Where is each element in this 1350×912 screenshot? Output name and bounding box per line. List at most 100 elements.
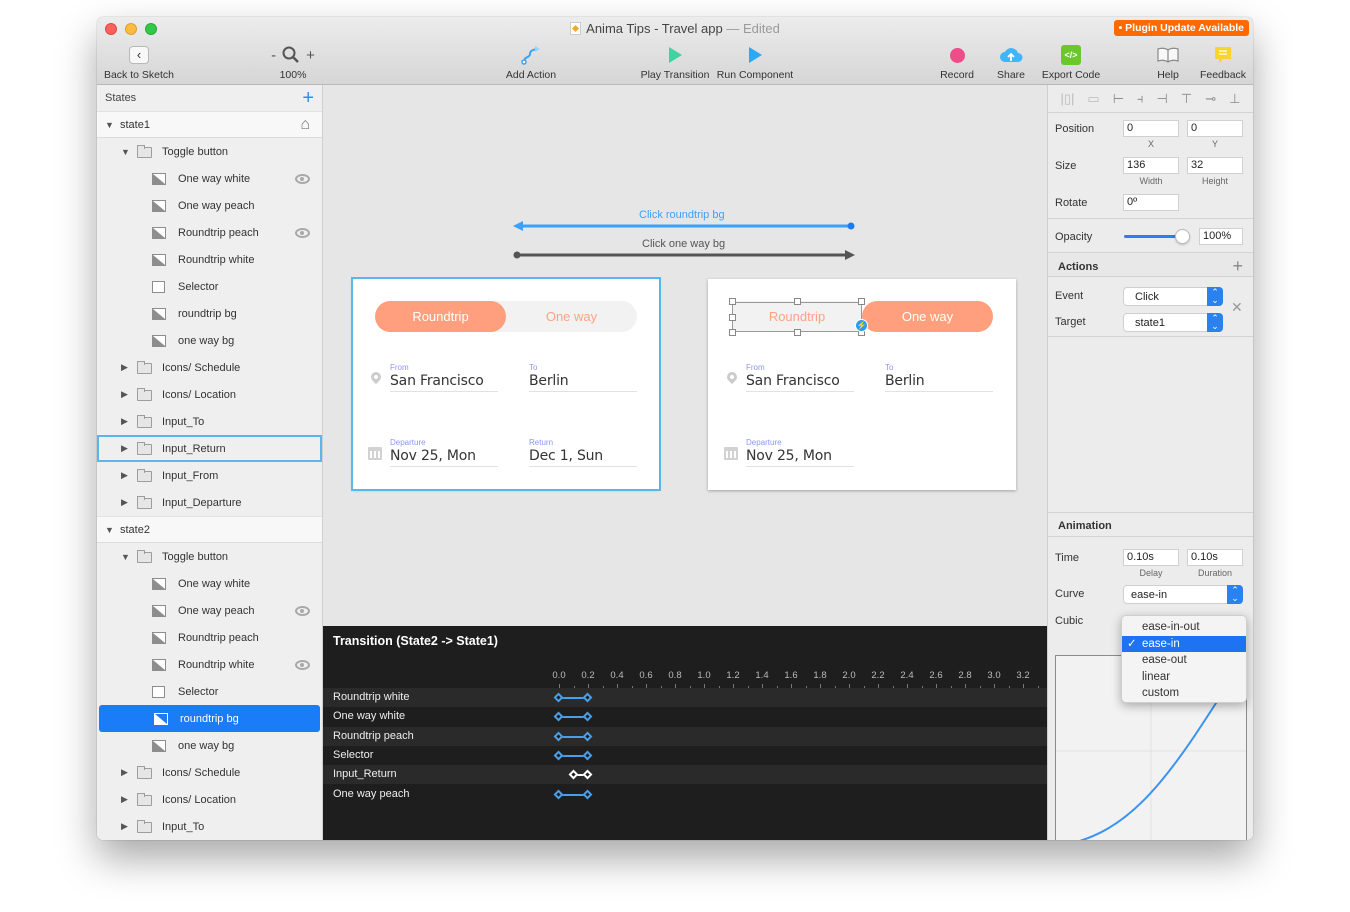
opacity-slider-track[interactable] xyxy=(1124,235,1180,238)
curve-select[interactable]: ease-in ⌃ ⌄ xyxy=(1123,585,1243,604)
keyframe-diamond[interactable] xyxy=(582,731,593,742)
to-field[interactable]: To Berlin xyxy=(529,363,637,392)
resize-handle[interactable] xyxy=(729,314,736,321)
layer-row[interactable]: ▶ Icons/ Schedule xyxy=(97,759,322,786)
delay-input[interactable]: 0.10s xyxy=(1123,549,1179,566)
help-button[interactable]: Help xyxy=(1153,43,1183,81)
layer-row[interactable]: One way white xyxy=(97,570,322,597)
opacity-slider-knob[interactable] xyxy=(1175,229,1190,244)
add-action-plus-button[interactable]: + xyxy=(1232,256,1243,277)
keyframe-span[interactable] xyxy=(553,692,593,703)
layer-row[interactable]: ▶ Input_To xyxy=(97,408,322,435)
disclosure-collapsed-icon[interactable]: ▶ xyxy=(121,443,128,454)
departure-field[interactable]: Departure Nov 25, Mon xyxy=(390,438,498,467)
disclosure-collapsed-icon[interactable]: ▶ xyxy=(121,821,128,832)
plugin-update-badge[interactable]: • Plugin Update Available xyxy=(1113,20,1249,36)
layer-row[interactable]: Roundtrip white xyxy=(97,246,322,273)
state-row[interactable]: ▼ state2 xyxy=(97,516,322,543)
layer-row[interactable]: ▼ Toggle button xyxy=(97,138,322,165)
return-field[interactable]: Return Dec 1, Sun xyxy=(529,438,637,467)
timeline-row[interactable]: One way peach xyxy=(323,785,1047,804)
rotate-input[interactable]: 0º xyxy=(1123,194,1179,211)
layer-row[interactable]: ▶ Icons/ Location xyxy=(97,381,322,408)
state1-card[interactable]: Roundtrip One way From San Francisco To Be… xyxy=(351,277,661,491)
timeline-row[interactable]: Roundtrip peach xyxy=(323,726,1047,746)
from-field-2[interactable]: From San Francisco xyxy=(746,363,854,392)
eye-icon[interactable] xyxy=(295,605,310,616)
timeline-row[interactable]: Selector xyxy=(323,746,1047,765)
back-to-sketch-button[interactable]: ‹ Back to Sketch xyxy=(103,43,175,81)
duration-input[interactable]: 0.10s xyxy=(1187,549,1243,566)
disclosure-expanded-icon[interactable]: ▼ xyxy=(121,552,130,562)
layer-row[interactable]: roundtrip bg xyxy=(97,300,322,327)
curve-option[interactable]: linear xyxy=(1122,669,1246,686)
keyframe-diamond[interactable] xyxy=(582,789,593,799)
add-action-button[interactable]: Add Action xyxy=(500,43,562,81)
to-field-2[interactable]: To Berlin xyxy=(885,363,993,392)
keyframe-diamond[interactable] xyxy=(582,711,593,722)
keyframe-span[interactable] xyxy=(568,769,593,780)
distribute-horizontal-icon[interactable]: |▯| xyxy=(1061,91,1075,107)
timeline-row[interactable]: One way white xyxy=(323,707,1047,726)
curve-option[interactable]: ease-in-out xyxy=(1122,619,1246,636)
distribute-vertical-icon[interactable]: ▭ xyxy=(1087,91,1099,107)
keyframe-diamond[interactable] xyxy=(553,731,564,742)
zoom-out-button[interactable]: - xyxy=(271,47,276,64)
opacity-input[interactable]: 100% xyxy=(1199,228,1243,245)
keyframe-diamond[interactable] xyxy=(582,769,593,780)
keyframe-diamond[interactable] xyxy=(582,692,593,703)
target-select[interactable]: state1 ⌃ ⌄ xyxy=(1123,313,1223,332)
keyframe-span[interactable] xyxy=(553,789,593,799)
resize-handle[interactable] xyxy=(794,298,801,305)
align-center-icon[interactable]: ⫞ xyxy=(1137,91,1144,107)
disclosure-expanded-icon[interactable]: ▼ xyxy=(105,525,114,535)
record-button[interactable]: Record xyxy=(937,43,977,81)
layer-row[interactable]: One way peach xyxy=(97,597,322,624)
curve-option[interactable]: custom xyxy=(1122,685,1246,702)
resize-handle[interactable] xyxy=(794,329,801,336)
layer-row[interactable]: Roundtrip peach xyxy=(97,624,322,651)
roundtrip-pill[interactable]: Roundtrip xyxy=(375,301,506,332)
resize-handle[interactable] xyxy=(729,329,736,336)
keyframe-span[interactable] xyxy=(553,711,593,722)
eye-icon[interactable] xyxy=(295,227,310,238)
align-middle-icon[interactable]: ⊸ xyxy=(1205,91,1216,107)
layer-row[interactable]: ▶ Icons/ Location xyxy=(97,786,322,813)
layer-row[interactable]: Roundtrip white xyxy=(97,651,322,678)
align-right-icon[interactable]: ⊣ xyxy=(1157,91,1168,107)
layer-row[interactable]: ▼ Toggle button xyxy=(97,543,322,570)
export-code-button[interactable]: </> Export Code xyxy=(1040,43,1102,81)
disclosure-expanded-icon[interactable]: ▼ xyxy=(121,147,130,157)
layer-row[interactable]: Selector xyxy=(97,273,322,300)
align-left-icon[interactable]: ⊢ xyxy=(1113,91,1124,107)
layer-row[interactable]: one way bg xyxy=(97,732,322,759)
height-input[interactable]: 32 xyxy=(1187,157,1243,174)
align-bottom-icon[interactable]: ⊥ xyxy=(1229,91,1240,107)
departure-field-2[interactable]: Departure Nov 25, Mon xyxy=(746,438,854,467)
add-state-button[interactable]: + xyxy=(302,88,314,108)
timeline-row[interactable]: Input_Return xyxy=(323,765,1047,785)
keyframe-span[interactable] xyxy=(553,750,593,761)
event-select[interactable]: Click ⌃ ⌄ xyxy=(1123,287,1223,306)
resize-handle[interactable] xyxy=(729,298,736,305)
zoom-in-button[interactable]: + xyxy=(306,47,315,64)
keyframe-diamond[interactable] xyxy=(553,692,564,703)
layer-row[interactable]: roundtrip bg xyxy=(99,705,320,732)
resize-handle[interactable] xyxy=(858,298,865,305)
width-input[interactable]: 136 xyxy=(1123,157,1179,174)
disclosure-collapsed-icon[interactable]: ▶ xyxy=(121,497,128,508)
eye-icon[interactable] xyxy=(295,173,310,184)
position-x-input[interactable]: 0 xyxy=(1123,120,1179,137)
keyframe-diamond[interactable] xyxy=(553,750,564,761)
layer-row[interactable]: ▶ Input_To xyxy=(97,813,322,840)
state-row[interactable]: ▼ state1 ⌂ xyxy=(97,111,322,138)
layer-row[interactable]: one way bg xyxy=(97,327,322,354)
position-y-input[interactable]: 0 xyxy=(1187,120,1243,137)
home-icon[interactable]: ⌂ xyxy=(300,116,310,134)
remove-action-button[interactable]: ✕ xyxy=(1231,299,1243,316)
share-button[interactable]: Share xyxy=(994,43,1028,81)
layer-row[interactable]: One way white xyxy=(97,165,322,192)
curve-option[interactable]: ✓ ease-in xyxy=(1122,635,1246,652)
disclosure-collapsed-icon[interactable]: ▶ xyxy=(121,767,128,778)
keyframe-diamond[interactable] xyxy=(553,789,564,799)
